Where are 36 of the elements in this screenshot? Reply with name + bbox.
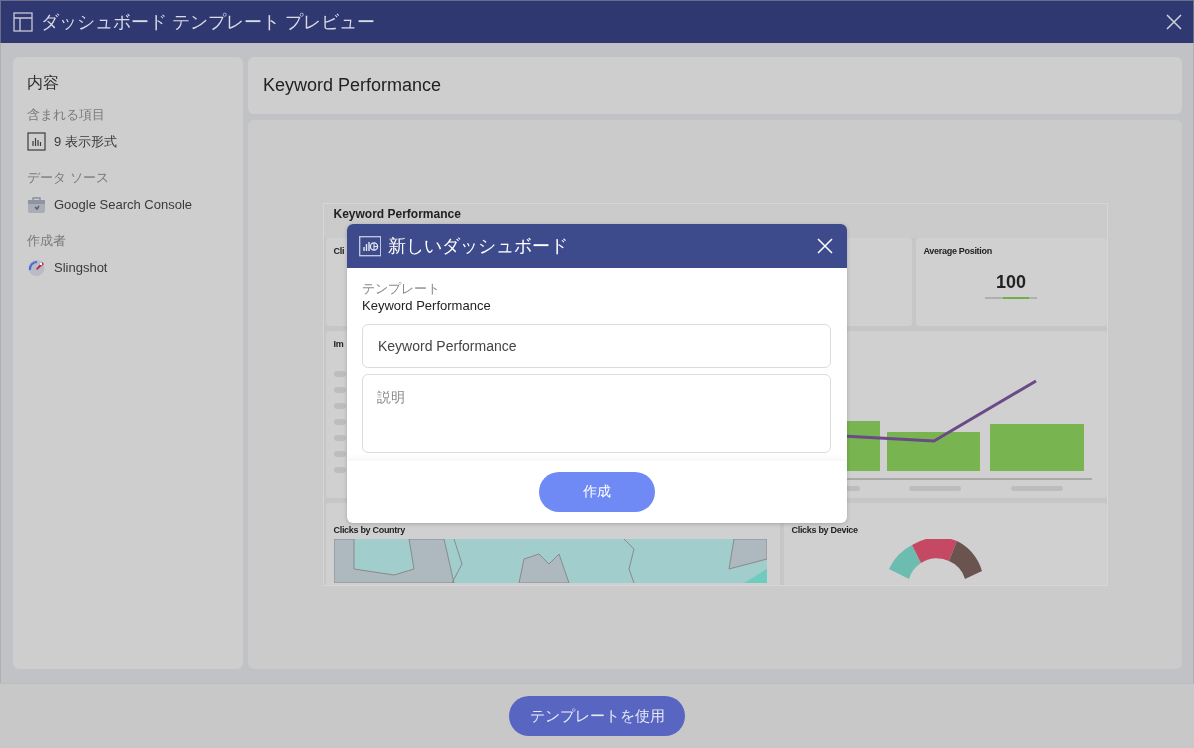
close-icon[interactable] <box>1165 13 1183 31</box>
section-heading: 内容 <box>27 73 60 93</box>
field-label: 含まれる項目 <box>27 106 106 124</box>
field-label: テンプレート <box>362 280 441 298</box>
placeholder-line <box>333 419 346 425</box>
field-label: 作成者 <box>27 232 67 250</box>
name-field[interactable]: Keyword Performance <box>362 324 831 368</box>
card-title: Cli <box>333 246 345 256</box>
card-title: Im <box>333 339 344 349</box>
layout-icon <box>13 12 33 32</box>
dashboard-icon <box>359 235 381 257</box>
description-field[interactable]: 説明 <box>362 374 831 453</box>
bar-chart-icon <box>27 132 46 151</box>
field-value: 9 表示形式 <box>54 132 117 151</box>
placeholder-line <box>333 435 346 441</box>
create-button[interactable]: 作成 <box>539 472 655 512</box>
window-title: ダッシュボード テンプレート プレビュー <box>41 11 376 34</box>
dialog-title: 新しいダッシュボード <box>388 235 569 258</box>
toolbox-icon <box>27 195 46 214</box>
logo-icon <box>27 258 46 277</box>
use-template-button[interactable]: テンプレートを使用 <box>509 696 685 736</box>
field-value: Slingshot <box>54 260 108 275</box>
kpi-value: 100 <box>995 272 1026 293</box>
field-label: データ ソース <box>27 169 110 187</box>
placeholder-line <box>333 451 346 457</box>
dashboard-title: Keyword Performance <box>333 207 461 221</box>
card-title: Clicks by Country <box>333 525 405 535</box>
placeholder-line <box>333 371 346 377</box>
card-title: Clicks by Device <box>791 525 858 535</box>
field-value: Keyword Performance <box>362 298 492 313</box>
field-value: Google Search Console <box>54 197 193 212</box>
card-title: Average Position <box>923 246 992 256</box>
dashboard-title: Keyword Performance <box>263 75 442 96</box>
placeholder-line <box>333 467 346 473</box>
placeholder-line <box>333 403 346 409</box>
placeholder-line <box>333 387 346 393</box>
